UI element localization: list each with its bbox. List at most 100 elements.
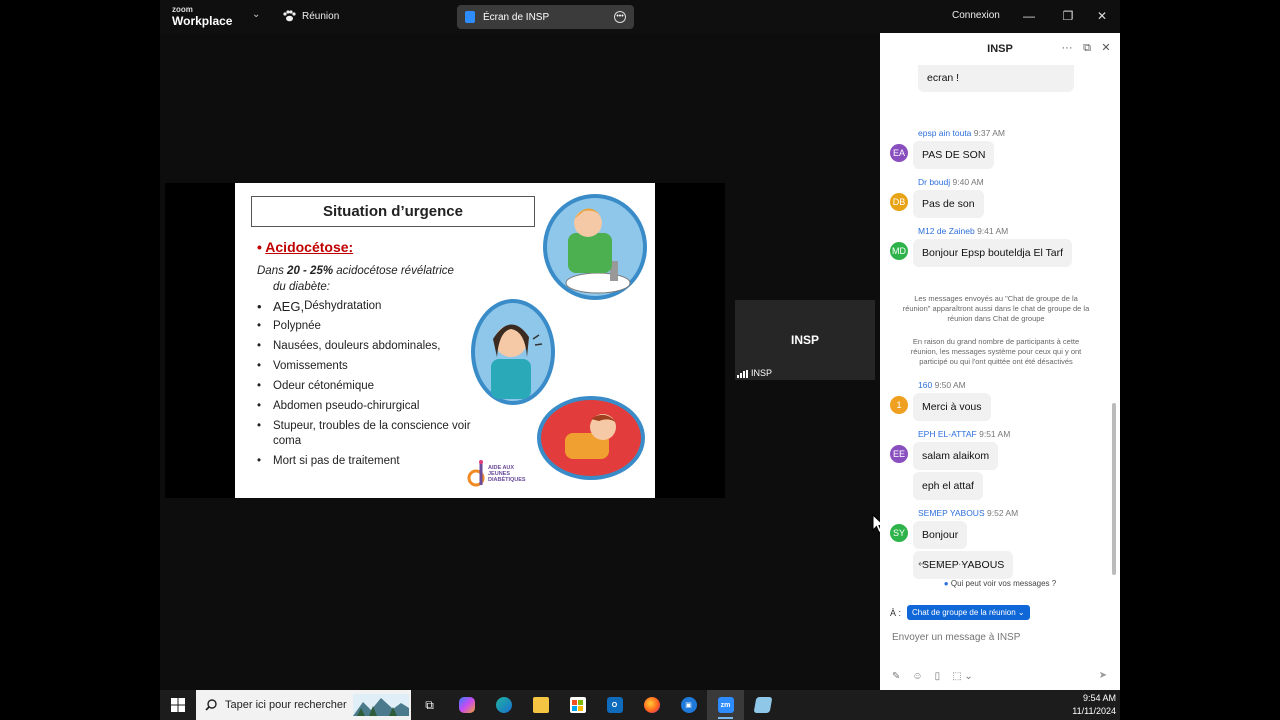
sender-name[interactable]: SEMEP YABOUS [918,508,985,518]
emoji-reaction-icon[interactable]: ☺ [935,559,945,570]
more-options-icon[interactable]: ··· [1060,41,1074,55]
to-label: À : [890,607,902,618]
message-meta: EPH EL-ATTAF 9:51 AM [918,429,1010,439]
emoji-icon[interactable]: ☺ [912,671,922,682]
zoom-workplace-logo: zoom Workplace [172,5,233,28]
message-bubble[interactable]: Bonjour [913,521,968,549]
message-meta: Dr boudj 9:40 AM [918,177,984,187]
system-note: Les messages envoyés au "Chat de groupe … [902,294,1090,323]
outlook-app[interactable]: O [596,690,633,720]
minimize-icon[interactable]: — [1019,6,1039,26]
avatar[interactable]: DB [890,193,908,211]
message-bubble[interactable]: PAS DE SON [913,141,995,169]
login-button[interactable]: Connexion [952,10,1000,21]
avatar[interactable]: SY [890,524,908,542]
meeting-label: Réunion [302,10,340,22]
logo-bottom: Workplace [172,14,233,28]
file-icon[interactable]: ▯ [935,671,941,682]
avatar[interactable]: EA [890,144,908,162]
message-time: 9:51 AM [979,429,1011,439]
start-button[interactable] [160,690,196,720]
pop-out-icon[interactable]: ⧉ [1080,41,1094,55]
ajd-logo-text: AIDE AUX JEUNES DIABÉTIQUES [488,465,526,483]
screen: zoom Workplace ⌄ Réunion Écran de INSP •… [0,0,1280,720]
sender-name[interactable]: M12 de Zaineb [918,226,975,236]
avatar[interactable]: MD [890,242,908,260]
search-icon [205,699,217,711]
signal-strength-icon [737,370,748,378]
folder-icon [532,697,549,713]
illustration-child-lying [537,396,645,480]
ajd-logo-mark [467,460,485,487]
message-meta: epsp ain touta 9:37 AM [918,128,1005,138]
file-explorer-app[interactable] [522,690,559,720]
message-time: 9:40 AM [952,177,984,187]
zoom-app[interactable]: zm [707,690,744,720]
illustration-child-breathing [471,299,555,405]
copilot-app[interactable] [448,690,485,720]
sender-name[interactable]: epsp ain touta [918,128,971,138]
taskbar-search[interactable]: Taper ici pour rechercher [196,690,411,720]
maximize-icon[interactable]: ❐ [1058,6,1078,26]
chevron-down-icon[interactable]: ⌄ [252,9,260,20]
search-placeholder: Taper ici pour rechercher [225,699,347,711]
presentation-slide: Situation d’urgence • Acidocétose: Dans … [235,183,655,498]
system-note: En raison du grand nombre de participant… [910,337,1082,366]
sender-name[interactable]: Dr boudj [918,177,950,187]
recipient-dropdown[interactable]: Chat de groupe de la réunion ⌄ [907,605,1030,620]
sender-name[interactable]: 160 [918,380,932,390]
message-time: 9:41 AM [977,226,1009,236]
chat-scrollbar[interactable] [1112,403,1116,575]
slide-bullet-list: • AEG, Déshydratation • Polypnée • Nausées, d… [257,299,487,474]
message-meta: SEMEP YABOUS 9:52 AM [918,508,1018,518]
title-bar: zoom Workplace ⌄ Réunion Écran de INSP •… [160,0,1120,33]
task-view-icon: ⧉ [425,697,434,712]
edge-app[interactable] [485,690,522,720]
slide-bullet-item: • Odeur cétonémique [257,380,375,392]
close-icon[interactable]: ✕ [1092,6,1112,26]
message-bubble[interactable]: Pas de son [913,190,984,218]
slide-title: Situation d’urgence [251,196,535,227]
privacy-link[interactable]: ● Qui peut voir vos messages ? [880,579,1120,588]
more-options-icon[interactable]: ••• [614,11,626,23]
slide-bullet-item: • Mort si pas de traitement [257,455,400,467]
avatar[interactable]: 1 [890,396,908,414]
screen-share-indicator[interactable]: Écran de INSP ••• [457,5,634,29]
slide-bullet-item: • Polypnée [257,320,321,332]
more-actions-icon[interactable]: ··· [955,559,965,570]
send-icon[interactable]: ➤ [1096,669,1110,683]
slide-heading: • Acidocétose: [257,239,354,255]
illustration-child-sink [543,194,647,300]
store-app[interactable] [559,690,596,720]
share-label: Écran de INSP [483,11,550,23]
message-bubble[interactable]: salam alaikom [913,442,999,470]
reply-icon[interactable]: ↩ [918,559,926,570]
format-icon[interactable]: ✎ [892,671,900,682]
message-bubble[interactable]: Merci à vous [913,393,991,421]
copilot-icon [458,697,475,713]
message-time: 9:50 AM [934,380,966,390]
zoom-meeting-icon: ▣ [680,697,697,713]
chat-message-list[interactable]: ecran ! EA epsp ain touta 9:37 AM PAS DE S… [880,65,1120,593]
notes-app[interactable] [744,690,781,720]
participant-video-tile[interactable]: INSP INSP [735,300,875,380]
slide-bullet-item: • Stupeur, troubles de la conscience voir… [257,420,471,447]
system-clock[interactable]: 9:54 AM 11/11/2024 [1072,692,1120,718]
slide-bullet-item: • AEG, Déshydratation [257,299,382,314]
zoom-app-secondary[interactable]: ▣ [670,690,707,720]
store-icon [569,697,586,713]
sender-name[interactable]: EPH EL-ATTAF [918,429,977,439]
message-bubble[interactable]: eph el attaf [913,472,983,500]
firefox-app[interactable] [633,690,670,720]
message-bubble[interactable]: Bonjour Epsp bouteldja El Tarf [913,239,1073,267]
notes-icon [753,697,772,713]
edge-icon [495,697,512,713]
screenshot-icon[interactable]: ⬚ ⌄ [952,671,973,682]
close-chat-icon[interactable]: ✕ [1099,41,1113,55]
meeting-menu-button[interactable]: Réunion [282,10,339,22]
message-meta: 160 9:50 AM [918,380,966,390]
task-view-button[interactable]: ⧉ [411,690,448,720]
outlook-icon: O [606,697,623,713]
message-input[interactable] [892,628,1102,646]
avatar[interactable]: EE [890,445,908,463]
